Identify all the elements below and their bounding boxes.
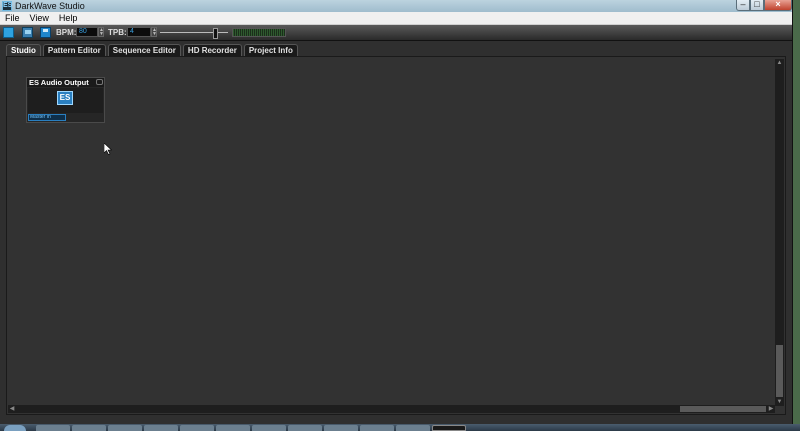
studio-workspace[interactable]: ES Audio Output ES Master In ▲ ▼ ◀ ▶ bbox=[6, 56, 786, 415]
os-taskbar bbox=[0, 424, 800, 431]
toolbar: BPM: 80 ▲ ▼ TPB: 4 ▲ ▼ bbox=[0, 25, 792, 41]
tpb-input[interactable]: 4 bbox=[127, 27, 151, 37]
taskbar-button[interactable] bbox=[108, 425, 142, 431]
window-title: DarkWave Studio bbox=[15, 1, 85, 11]
menu-help[interactable]: Help bbox=[54, 12, 83, 24]
menu-bar: File View Help bbox=[0, 12, 792, 25]
vertical-scrollbar[interactable]: ▲ ▼ bbox=[775, 59, 784, 406]
volume-slider-thumb[interactable] bbox=[213, 28, 218, 39]
bpm-label: BPM: bbox=[56, 28, 77, 37]
taskbar-button[interactable] bbox=[252, 425, 286, 431]
save-disk-icon[interactable] bbox=[40, 27, 51, 38]
new-project-icon[interactable] bbox=[3, 27, 14, 38]
bpm-stepper-arrows-icon[interactable]: ▲ ▼ bbox=[98, 27, 104, 37]
module-body: ES bbox=[28, 88, 103, 113]
module-input-port[interactable]: Master In bbox=[28, 114, 66, 121]
menu-view[interactable]: View bbox=[25, 12, 54, 24]
vertical-scroll-thumb[interactable] bbox=[776, 345, 783, 397]
tpb-label: TPB: bbox=[108, 28, 127, 37]
app-window: ES DarkWave Studio – □ × File View Help … bbox=[0, 0, 793, 425]
tab-project-info[interactable]: Project Info bbox=[243, 44, 298, 56]
module-logo-icon: ES bbox=[57, 91, 73, 105]
tab-pattern-editor[interactable]: Pattern Editor bbox=[42, 44, 106, 56]
scroll-down-icon[interactable]: ▼ bbox=[775, 398, 784, 406]
maximize-button[interactable]: □ bbox=[750, 0, 764, 11]
taskbar-button[interactable] bbox=[36, 425, 70, 431]
taskbar-button[interactable] bbox=[180, 425, 214, 431]
horizontal-scroll-thumb[interactable] bbox=[680, 406, 766, 412]
taskbar-button[interactable] bbox=[324, 425, 358, 431]
taskbar-button[interactable] bbox=[72, 425, 106, 431]
tab-bar: Studio Pattern Editor Sequence Editor HD… bbox=[6, 44, 300, 56]
mouse-cursor-icon bbox=[104, 143, 112, 155]
audio-output-module[interactable]: ES Audio Output ES Master In bbox=[26, 77, 105, 123]
open-folder-icon[interactable] bbox=[22, 27, 33, 38]
start-orb-icon[interactable] bbox=[4, 425, 26, 431]
scroll-right-icon[interactable]: ▶ bbox=[767, 405, 775, 413]
taskbar-button[interactable] bbox=[216, 425, 250, 431]
taskbar-button[interactable] bbox=[360, 425, 394, 431]
taskbar-button[interactable] bbox=[144, 425, 178, 431]
scroll-up-icon[interactable]: ▲ bbox=[775, 59, 784, 67]
title-bar[interactable]: ES DarkWave Studio – □ × bbox=[0, 0, 792, 12]
app-icon: ES bbox=[2, 1, 13, 11]
menu-file[interactable]: File bbox=[0, 12, 25, 24]
tpb-stepper-arrows-icon[interactable]: ▲ ▼ bbox=[151, 27, 157, 37]
minimize-button[interactable]: – bbox=[736, 0, 750, 11]
tab-hd-recorder[interactable]: HD Recorder bbox=[182, 44, 242, 56]
taskbar-button[interactable] bbox=[396, 425, 430, 431]
level-meter bbox=[232, 28, 286, 37]
module-title: ES Audio Output bbox=[27, 78, 104, 87]
tab-sequence-editor[interactable]: Sequence Editor bbox=[107, 44, 181, 56]
tab-studio[interactable]: Studio bbox=[6, 44, 41, 56]
taskbar-button-active[interactable] bbox=[432, 425, 466, 431]
taskbar-button[interactable] bbox=[288, 425, 322, 431]
window-controls: – □ × bbox=[736, 0, 792, 11]
bpm-input[interactable]: 80 bbox=[76, 27, 98, 37]
close-button[interactable]: × bbox=[764, 0, 792, 11]
scroll-left-icon[interactable]: ◀ bbox=[8, 405, 16, 413]
horizontal-scrollbar[interactable]: ◀ ▶ bbox=[8, 405, 775, 413]
module-collapse-icon[interactable] bbox=[96, 79, 103, 85]
